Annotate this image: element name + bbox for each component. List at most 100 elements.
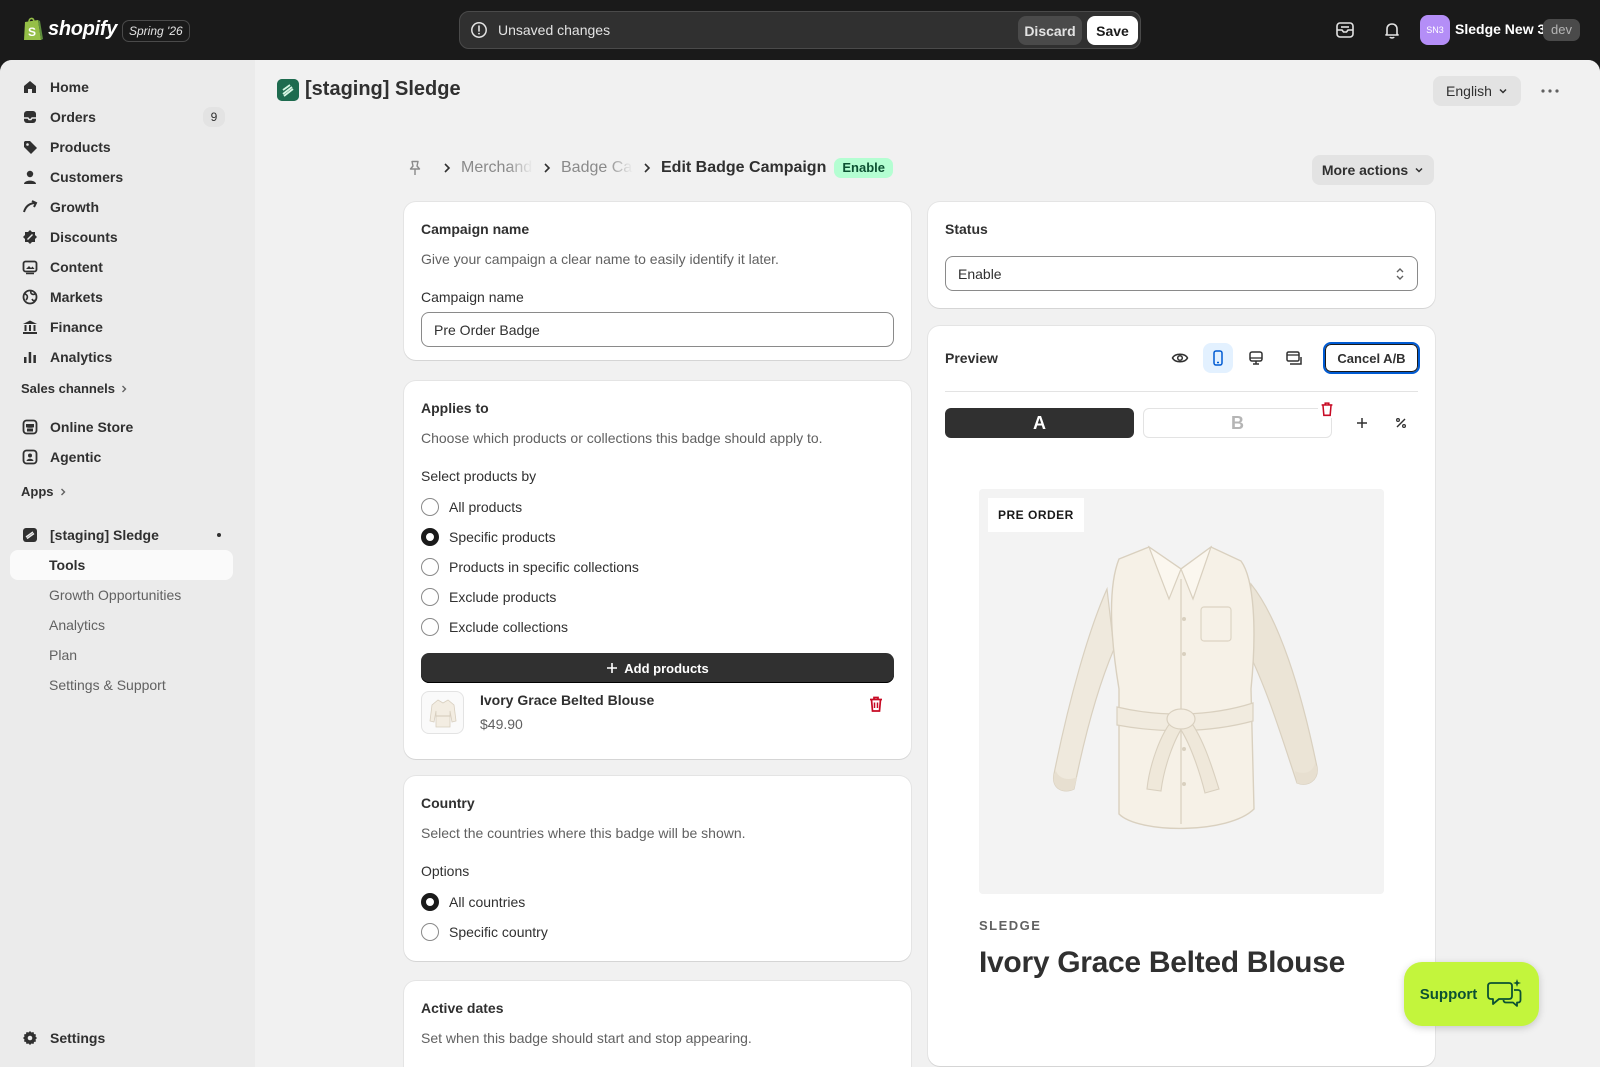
- pre-order-badge: PRE ORDER: [988, 498, 1084, 532]
- sidebar-item-markets[interactable]: Markets: [10, 282, 233, 312]
- radio-specific-products[interactable]: Specific products: [421, 527, 556, 547]
- variant-b-tab[interactable]: B: [1143, 408, 1332, 438]
- save-button[interactable]: Save: [1087, 16, 1138, 45]
- sidebar-subitem-growth-opportunities[interactable]: Growth Opportunities: [10, 580, 233, 610]
- radio-exclude-products[interactable]: Exclude products: [421, 587, 556, 607]
- campaign-name-input[interactable]: [421, 312, 894, 347]
- shopify-logo[interactable]: S shopify: [22, 16, 117, 42]
- add-variant-icon[interactable]: [1355, 416, 1369, 430]
- inbox-icon[interactable]: [1334, 19, 1356, 41]
- bell-icon[interactable]: [1381, 19, 1403, 41]
- sidebar-item-agentic[interactable]: Agentic: [10, 442, 233, 472]
- pin-icon[interactable]: [407, 160, 423, 176]
- trash-icon[interactable]: [866, 694, 886, 714]
- sales-channels-label: Sales channels: [21, 381, 115, 396]
- sidebar-item-products[interactable]: Products: [10, 132, 233, 162]
- add-products-label: Add products: [624, 660, 709, 676]
- ellipsis-icon: [1541, 89, 1559, 93]
- sidebar-item-growth[interactable]: Growth: [10, 192, 233, 222]
- sidebar-item-online-store[interactable]: Online Store: [10, 412, 233, 442]
- product-price: $49.90: [480, 716, 523, 732]
- radio-button[interactable]: [421, 558, 439, 576]
- radio-exclude-collections[interactable]: Exclude collections: [421, 617, 568, 637]
- growth-icon: [23, 200, 38, 213]
- sidebar-subitem-analytics[interactable]: Analytics: [10, 610, 233, 640]
- card-title: Preview: [945, 350, 998, 366]
- sales-channels-heading[interactable]: Sales channels: [21, 381, 129, 396]
- desktop-view-button[interactable]: [1241, 343, 1271, 373]
- contextual-save-bar: Unsaved changes Discard Save: [459, 11, 1141, 49]
- status-select[interactable]: Enable: [945, 256, 1418, 291]
- discount-icon: [23, 230, 37, 244]
- sidebar-item-analytics[interactable]: Analytics: [10, 342, 233, 372]
- active-dates-card: Active dates Set when this badge should …: [404, 981, 911, 1067]
- delete-variant-icon[interactable]: [1318, 400, 1336, 418]
- card-title: Country: [421, 795, 475, 811]
- sidebar-item-content[interactable]: Content: [10, 252, 233, 282]
- sidebar-item-label: [staging] Sledge: [50, 527, 159, 543]
- sidebar-item-settings[interactable]: Settings: [10, 1023, 233, 1053]
- sidebar-item-label: Online Store: [50, 419, 134, 435]
- sidebar-item-label: Discounts: [50, 229, 118, 245]
- radio-specific-collections[interactable]: Products in specific collections: [421, 557, 639, 577]
- sidebar-item-customers[interactable]: Customers: [10, 162, 233, 192]
- card-title: Campaign name: [421, 221, 530, 237]
- home-icon: [24, 81, 36, 93]
- options-label: Options: [421, 863, 470, 879]
- orders-icon: [24, 111, 36, 123]
- pin-dot-icon: [217, 533, 221, 537]
- mobile-icon: [1213, 350, 1223, 366]
- top-bar: S shopify Spring '26 Unsaved changes Dis…: [0, 0, 1600, 60]
- sidebar-item-label: Markets: [50, 289, 103, 305]
- bar-chart-icon: [24, 352, 36, 363]
- sidebar-item-discounts[interactable]: Discounts: [10, 222, 233, 252]
- sidebar-item-home[interactable]: Home: [10, 72, 233, 102]
- sidebar-subitem-settings-support[interactable]: Settings & Support: [10, 670, 233, 700]
- language-selector[interactable]: English: [1433, 76, 1521, 106]
- radio-button-checked[interactable]: [421, 893, 439, 911]
- variant-a-tab[interactable]: A: [945, 408, 1134, 438]
- sidebar-item-staging-sledge[interactable]: [staging] Sledge: [10, 520, 233, 550]
- radio-button[interactable]: [421, 588, 439, 606]
- breadcrumb-item[interactable]: Merchandising: [461, 159, 533, 177]
- avatar[interactable]: SN3: [1420, 15, 1450, 45]
- radio-all-products[interactable]: All products: [421, 497, 522, 517]
- radio-all-countries[interactable]: All countries: [421, 892, 525, 912]
- breadcrumb-item[interactable]: Badge Campaigns: [561, 159, 633, 177]
- unsaved-message: Unsaved changes: [498, 22, 611, 38]
- desktop-icon: [1249, 351, 1263, 365]
- radio-button[interactable]: [421, 923, 439, 941]
- store-name[interactable]: Sledge New 3: [1455, 21, 1545, 37]
- country-card: Country Select the countries where this …: [404, 776, 911, 961]
- page-title: Edit Badge Campaign: [661, 159, 827, 176]
- campaign-name-card: Campaign name Give your campaign a clear…: [404, 202, 911, 360]
- sidebar-item-label: Customers: [50, 169, 124, 185]
- app-title: [staging] Sledge: [305, 78, 461, 100]
- select-arrows-icon: [1396, 267, 1404, 280]
- percent-icon[interactable]: [1394, 416, 1408, 430]
- sidebar-item-finance[interactable]: Finance: [10, 312, 233, 342]
- radio-button-checked[interactable]: [421, 528, 439, 546]
- chevron-right-icon: [644, 163, 651, 173]
- cancel-ab-button[interactable]: Cancel A/B: [1323, 342, 1420, 374]
- support-button[interactable]: Support: [1404, 962, 1539, 1026]
- alert-circle-icon: [471, 22, 487, 38]
- sidebar-item-orders[interactable]: Orders 9: [10, 102, 233, 132]
- content-icon: [22, 260, 38, 275]
- add-products-button[interactable]: Add products: [421, 653, 894, 683]
- radio-specific-country[interactable]: Specific country: [421, 922, 548, 942]
- more-actions-button[interactable]: More actions: [1312, 155, 1434, 185]
- chevron-right-icon: [544, 163, 551, 173]
- collection-view-button[interactable]: [1279, 343, 1309, 373]
- apps-heading[interactable]: Apps: [21, 484, 68, 499]
- discard-button[interactable]: Discard: [1018, 16, 1082, 45]
- sidebar-subitem-tools[interactable]: Tools: [10, 550, 233, 580]
- more-options-button[interactable]: [1535, 78, 1565, 104]
- sidebar-subitem-plan[interactable]: Plan: [10, 640, 233, 670]
- mobile-view-button[interactable]: [1203, 343, 1233, 373]
- apps-label: Apps: [21, 484, 54, 499]
- radio-button[interactable]: [421, 618, 439, 636]
- radio-button[interactable]: [421, 498, 439, 516]
- language-label: English: [1446, 83, 1492, 99]
- view-toggle-button[interactable]: [1165, 343, 1195, 373]
